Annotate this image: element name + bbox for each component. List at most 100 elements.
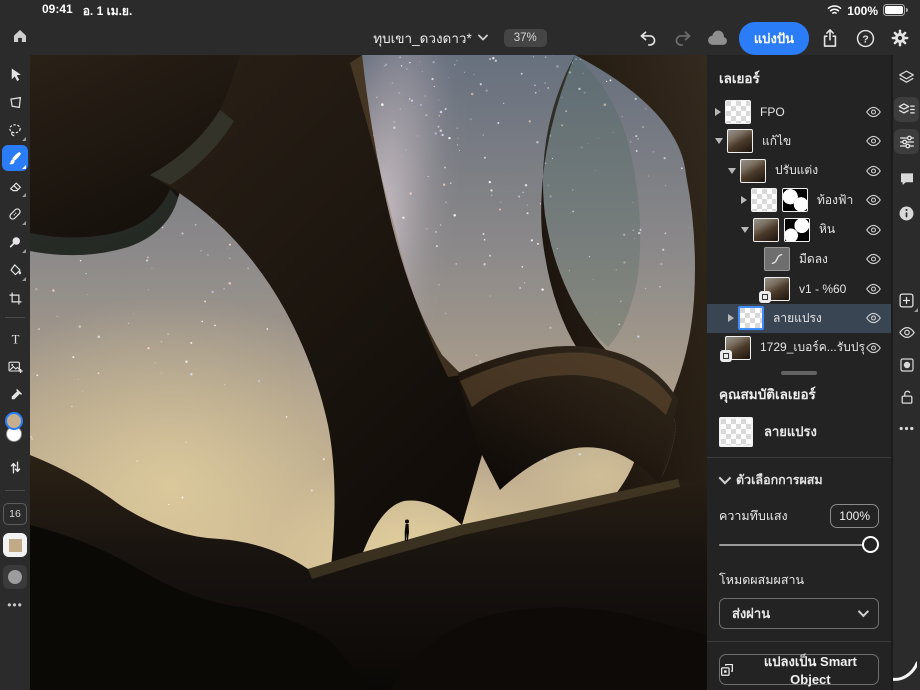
layer-visibility-eye-icon[interactable] [865, 165, 882, 177]
info-icon[interactable] [894, 201, 919, 226]
place-image-tool[interactable] [2, 354, 28, 380]
brush-tool[interactable] [2, 145, 28, 171]
opacity-slider-track[interactable] [719, 544, 879, 546]
wifi-icon [827, 4, 842, 19]
selected-layer-thumbnail [719, 417, 753, 447]
settings-gear-icon[interactable] [886, 24, 914, 52]
color-well[interactable] [2, 412, 28, 448]
magnify-tool[interactable] [2, 229, 28, 255]
toolbar-divider [5, 490, 25, 491]
comments-icon[interactable] [894, 166, 919, 191]
layer-thumbnail[interactable] [727, 129, 753, 153]
layer-thumbnail[interactable] [725, 336, 751, 360]
layer-row[interactable]: ท้องฟ้า [707, 186, 891, 216]
layer-mask-thumbnail[interactable] [782, 188, 808, 212]
layer-row[interactable]: v1 - %60 [707, 274, 891, 304]
layer-visibility-eye-icon[interactable] [865, 106, 882, 118]
layer-row[interactable]: แก้ไข [707, 127, 891, 157]
disclosure-triangle[interactable] [715, 108, 721, 116]
layer-thumbnail[interactable] [764, 277, 790, 301]
document-title[interactable]: ทุบเขา_ดวงดาว* [373, 27, 488, 49]
smart-object-badge [720, 350, 732, 362]
layer-visibility-eye-icon[interactable] [894, 320, 919, 345]
help-button[interactable]: ? [851, 24, 879, 52]
eraser-tool[interactable] [2, 173, 28, 199]
zoom-level-badge[interactable]: 37% [504, 29, 547, 47]
layer-row[interactable]: 1729_เบอร์ค...รับปรุง-NR33 [707, 333, 891, 363]
layer-mask-thumbnail[interactable] [784, 218, 810, 242]
layer-name: ปรับแต่ง [775, 161, 818, 180]
adjustments-sliders-icon[interactable] [894, 129, 919, 154]
panel-drag-handle[interactable] [781, 371, 817, 375]
layer-thumbnail[interactable] [725, 100, 751, 124]
document-canvas[interactable] [30, 55, 707, 690]
compact-layers-icon[interactable] [894, 97, 919, 122]
layer-thumbnail[interactable] [738, 306, 764, 330]
layer-thumbnail[interactable] [764, 247, 790, 271]
blend-options-section[interactable]: ตัวเลือกการผสม [707, 458, 891, 500]
layer-mask-icon[interactable] [894, 352, 919, 377]
layer-visibility-eye-icon[interactable] [865, 342, 882, 354]
chevron-down-icon [858, 606, 869, 617]
disclosure-triangle[interactable] [741, 227, 749, 233]
brush-color-chip[interactable] [3, 533, 27, 557]
transform-tool[interactable] [2, 89, 28, 115]
opacity-slider[interactable] [719, 532, 879, 558]
layer-row[interactable]: ลายแปรง [707, 304, 891, 334]
layer-row[interactable]: มืดลง [707, 245, 891, 275]
layer-visibility-eye-icon[interactable] [865, 194, 882, 206]
opacity-slider-knob[interactable] [862, 536, 879, 553]
share-button[interactable]: แบ่งปัน [739, 22, 809, 55]
selected-layer-name: ลายแปรง [764, 421, 817, 442]
layer-thumbnail[interactable] [753, 218, 779, 242]
layer-visibility-eye-icon[interactable] [865, 135, 882, 147]
undo-button[interactable] [634, 24, 662, 52]
opacity-value-field[interactable]: 100% [830, 504, 879, 528]
move-tool[interactable] [2, 61, 28, 87]
layer-row[interactable]: หิน [707, 215, 891, 245]
layer-visibility-eye-icon[interactable] [865, 312, 882, 324]
blend-mode-label: โหมดผสมผสาน [707, 560, 891, 598]
export-icon[interactable] [816, 24, 844, 52]
smart-object-badge [759, 291, 771, 303]
healing-tool[interactable] [2, 201, 28, 227]
toolbar-divider [5, 317, 25, 318]
brush-size-value[interactable]: 16 [3, 503, 27, 525]
home-button[interactable] [6, 22, 34, 50]
more-tools-button[interactable]: ••• [7, 598, 23, 612]
layer-thumbnail[interactable] [751, 188, 777, 212]
layer-row[interactable]: FPO [707, 97, 891, 127]
layer-visibility-eye-icon[interactable] [865, 283, 882, 295]
disclosure-triangle[interactable] [715, 138, 723, 144]
layer-name: v1 - %60 [799, 282, 846, 296]
status-date: อ. 1 เม.ย. [83, 2, 133, 21]
eyedropper-tool[interactable] [2, 382, 28, 408]
cloud-sync-icon[interactable] [704, 24, 732, 52]
fill-tool[interactable] [2, 257, 28, 283]
layer-visibility-eye-icon[interactable] [865, 253, 882, 265]
selected-layer-summary: ลายแปรง [707, 413, 891, 457]
layer-name: แก้ไข [762, 132, 791, 151]
crop-tool[interactable] [2, 285, 28, 311]
swap-colors-icon[interactable] [2, 454, 28, 480]
more-options-button[interactable] [894, 416, 919, 441]
lock-layer-icon[interactable] [894, 384, 919, 409]
type-tool[interactable]: T [2, 326, 28, 352]
layer-name: ท้องฟ้า [817, 191, 853, 210]
layers-panel-title: เลเยอร์ [707, 55, 891, 97]
blend-mode-dropdown[interactable]: ส่งผ่าน [719, 598, 879, 629]
brush-softness-chip[interactable] [3, 565, 27, 589]
layer-visibility-eye-icon[interactable] [865, 224, 882, 236]
disclosure-triangle[interactable] [728, 314, 734, 322]
disclosure-triangle[interactable] [728, 168, 736, 174]
add-layer-button[interactable] [894, 288, 919, 313]
redo-button[interactable] [669, 24, 697, 52]
layer-row[interactable]: ปรับแต่ง [707, 156, 891, 186]
foreground-color-swatch[interactable] [5, 412, 23, 430]
lasso-select-tool[interactable] [2, 117, 28, 143]
layers-stack-icon[interactable] [894, 65, 919, 90]
layer-thumbnail[interactable] [740, 159, 766, 183]
disclosure-triangle[interactable] [741, 196, 747, 204]
status-bar: 09:41 อ. 1 เม.ย. 100% [0, 0, 920, 22]
convert-smart-object-button[interactable]: แปลงเป็น Smart Object [719, 654, 879, 685]
